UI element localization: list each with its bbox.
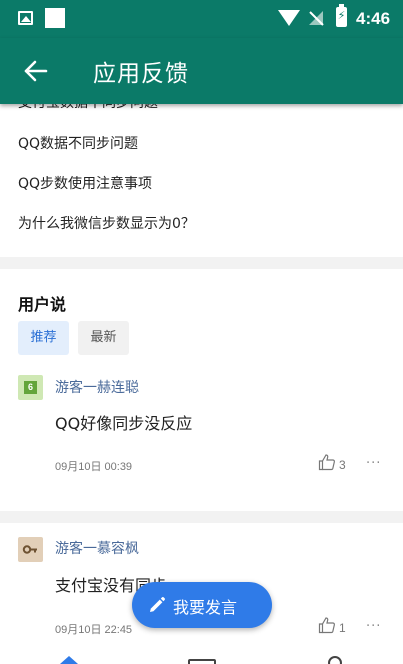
thumbs-up-icon[interactable] xyxy=(318,616,336,634)
post-username[interactable]: 游客一赫连聪 xyxy=(55,377,139,397)
post-timestamp: 09月10日 00:39 xyxy=(55,461,133,473)
message-icon[interactable] xyxy=(188,659,216,664)
tab-recommended[interactable]: 推荐 xyxy=(18,321,69,355)
status-bar: 4:46 xyxy=(0,0,403,38)
avatar[interactable] xyxy=(18,537,43,562)
more-options-icon[interactable]: ··· xyxy=(366,456,381,471)
key-avatar-icon xyxy=(22,545,37,554)
pencil-icon xyxy=(150,597,165,612)
image-icon xyxy=(18,11,33,25)
no-signal-icon xyxy=(309,11,324,26)
like-count: 3 xyxy=(339,458,346,472)
arrow-left-icon[interactable] xyxy=(22,56,52,86)
post-username[interactable]: 游客一慕容枫 xyxy=(55,538,139,558)
section-divider xyxy=(0,257,403,269)
post-content: QQ好像同步没反应 xyxy=(55,414,193,433)
green-badge-avatar-icon: 6 xyxy=(24,381,37,394)
home-icon[interactable] xyxy=(60,656,78,664)
profile-icon[interactable] xyxy=(328,656,342,664)
thumbs-up-icon[interactable] xyxy=(318,453,336,471)
status-time: 4:46 xyxy=(356,9,391,28)
section-divider xyxy=(0,511,403,523)
page-title: 应用反馈 xyxy=(93,61,189,87)
faq-item[interactable]: QQ数据不同步问题 xyxy=(18,133,138,153)
avatar[interactable]: 6 xyxy=(18,375,43,400)
app-bar: 应用反馈 xyxy=(0,38,403,104)
square-icon xyxy=(45,8,65,28)
post-comment-button[interactable]: 我要发言 xyxy=(132,582,272,628)
post-comment-label: 我要发言 xyxy=(173,598,238,617)
like-count: 1 xyxy=(339,621,346,635)
more-options-icon[interactable]: ··· xyxy=(366,619,381,634)
faq-item[interactable]: 为什么我微信步数显示为0？ xyxy=(18,213,195,233)
post-timestamp: 09月10日 22:45 xyxy=(55,624,133,636)
faq-item[interactable]: QQ步数使用注意事项 xyxy=(18,173,152,193)
section-title: 用户说 xyxy=(18,295,67,314)
battery-charging-icon xyxy=(336,4,347,27)
tab-latest[interactable]: 最新 xyxy=(78,321,129,355)
wifi-icon xyxy=(278,10,300,26)
